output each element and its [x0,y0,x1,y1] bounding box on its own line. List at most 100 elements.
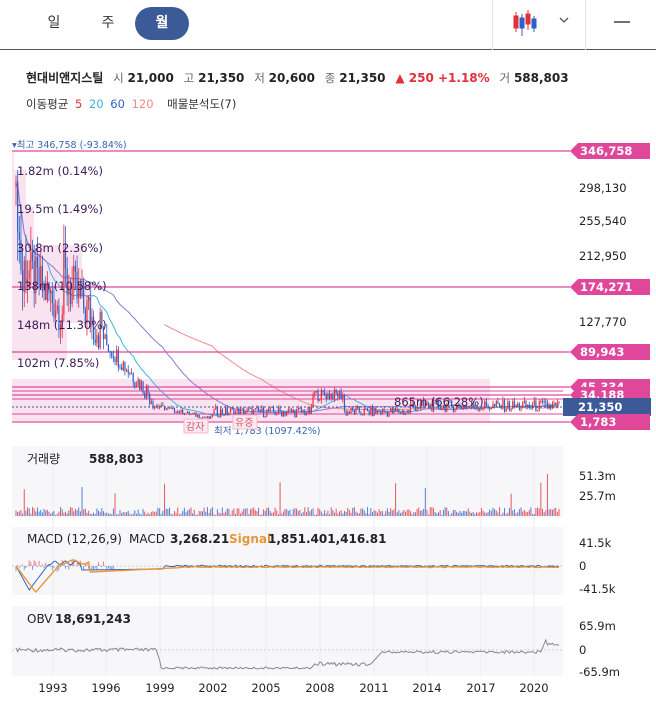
price-candle [490,407,492,410]
price-candle [18,231,20,241]
volume-bar [96,508,98,516]
macd-label: MACD [129,532,165,546]
volume-bar [56,513,58,516]
price-candle [119,367,121,369]
price-candle [198,415,200,419]
stock-chart[interactable]: 1.82m (0.14%) 19.5m (1.49%) 30.8m (2.36%) 1… [0,0,656,714]
price-candle [538,401,540,411]
volume-bar [114,493,116,516]
macd-value: 3,268.21 [170,532,229,546]
macd-histogram-bar [99,565,101,566]
price-axis-label: 127,770 [579,315,627,329]
macd-histogram-bar [45,562,47,566]
volume-bar [170,513,172,516]
volume-bar [165,508,167,516]
price-candle [404,412,407,415]
volume-bar [106,512,108,516]
volume-bar [540,482,542,516]
volume-bar [338,511,340,516]
volume-bar [69,507,71,516]
volume-bar [55,514,57,516]
price-candle [376,410,379,414]
volume-bar [112,508,114,516]
volume-bar [388,511,390,516]
volume-bar [135,513,137,516]
price-candle [553,403,555,405]
volume-bar [324,510,326,516]
price-candle [320,390,322,400]
volume-bar [314,514,316,516]
price-candle [248,408,250,410]
volume-bar [88,510,90,516]
volume-bar [304,507,306,516]
price-candle [213,409,215,415]
volume-bar [545,510,547,516]
price-candle [518,403,520,410]
volume-bar [490,510,492,516]
price-candle [279,407,281,412]
price-axis-label: 298,130 [579,181,627,195]
price-candle [300,408,303,412]
signal-label: Signal [229,532,271,546]
volume-panel-value: 588,803 [89,452,144,466]
volume-profile-bar [12,152,14,170]
volume-bar [315,514,317,516]
price-candle [345,410,347,416]
volume-bar [489,509,491,516]
price-candle [551,403,553,409]
volume-bar [277,514,279,516]
price-candle [489,408,491,410]
volume-bar [183,507,185,516]
macd-histogram-bar [81,566,83,567]
volume-bar [433,508,435,516]
volume-bar [259,514,261,516]
volume-panel-label: 거래량 [27,452,60,466]
volume-bar [208,512,210,516]
volume-bar [475,512,477,516]
price-candle [262,407,265,418]
volume-bar [482,510,484,516]
volume-bar [20,509,22,516]
price-candle [375,407,377,414]
volume-bar [398,510,400,516]
macd-axis-label: 0 [579,559,586,573]
price-candle [177,411,179,413]
price-candle [312,394,314,407]
price-candle [36,256,39,268]
volume-bar [464,511,466,516]
price-candle [388,411,390,417]
volume-bar [76,510,78,516]
price-candle [172,407,174,409]
price-candle [353,410,355,415]
volume-bar [365,513,367,516]
volume-bar [104,513,106,516]
obv-panel-label: OBV [27,612,53,626]
price-candle [505,408,507,412]
price-candle [396,409,398,412]
price-level-tag-label: 1,783 [580,415,616,429]
price-candle [149,393,151,404]
price-candle [333,389,336,400]
price-candle [373,407,375,417]
price-candle [383,409,385,413]
price-candle [241,408,243,410]
volume-profile-label: 19.5m (1.49%) [17,202,103,216]
volume-bar [472,511,474,516]
macd-histogram-bar [101,566,103,568]
price-candle [121,367,123,371]
price-candle [104,334,106,340]
volume-bar [395,483,397,516]
price-candle [183,414,185,416]
price-candle [340,391,342,399]
volume-bar [193,509,195,516]
volume-bar [555,507,557,516]
volume-bar [406,509,408,516]
volume-bar [518,509,520,516]
macd-histogram-bar [107,566,109,569]
macd-histogram-bar [40,566,42,567]
price-candle [365,408,367,410]
volume-bar [375,511,377,516]
volume-bar [101,508,103,516]
price-candle [269,407,271,412]
volume-bar [513,509,515,516]
